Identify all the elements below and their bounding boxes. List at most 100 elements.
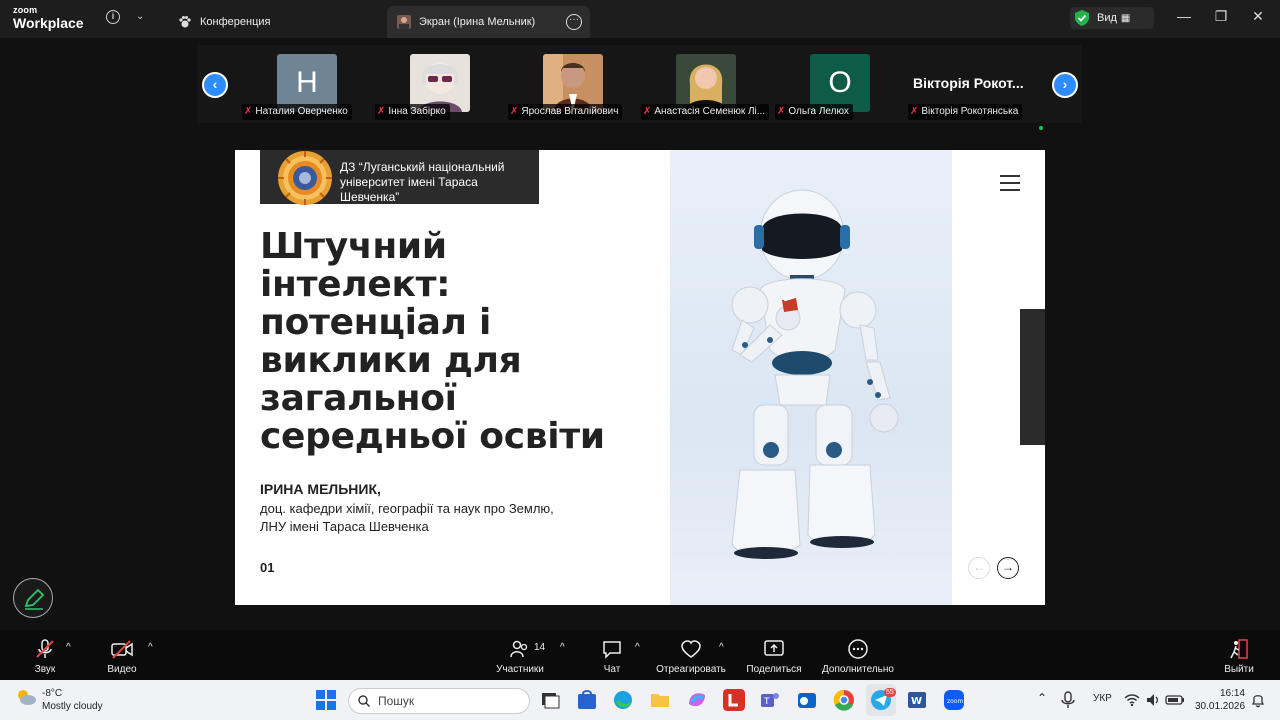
participant-tile-text[interactable]: Вікторія Рокот...: [913, 75, 1024, 91]
participant-name: ✗ Вікторія Рокотянська: [908, 104, 1023, 120]
svg-text:T: T: [763, 697, 770, 707]
more-label: Дополнительно: [822, 664, 894, 675]
grid-icon: ▦: [1120, 12, 1131, 24]
restore-icon[interactable]: ❐: [1211, 8, 1231, 25]
more-icon: [848, 639, 868, 659]
share-button[interactable]: Поделиться: [745, 638, 803, 675]
tab-conference[interactable]: Конференция: [168, 6, 383, 38]
more-options-icon[interactable]: ···: [566, 14, 582, 30]
video-label: Видео: [107, 664, 137, 675]
system-clock[interactable]: 16:14 30.01.2026: [1195, 687, 1245, 713]
logo-top: zoom: [13, 5, 38, 15]
store-icon[interactable]: [576, 689, 598, 711]
menu-icon[interactable]: [1000, 175, 1020, 191]
participant-name: ✗ Ольга Лелюх: [775, 104, 853, 120]
heart-icon: [681, 640, 701, 658]
weather-condition: Mostly cloudy: [42, 701, 103, 712]
zoom-app-icon[interactable]: zoom: [943, 689, 965, 711]
participants-label: Участники: [496, 664, 544, 675]
view-label: Вид: [1097, 12, 1117, 24]
task-view-icon[interactable]: [539, 689, 561, 711]
svg-text:W: W: [911, 696, 922, 707]
word-icon[interactable]: W: [906, 689, 928, 711]
search-icon: [358, 695, 370, 707]
tab-label: Экран (Ірина Мельник): [419, 16, 536, 28]
shield-icon: [1075, 10, 1089, 26]
gallery-next-button[interactable]: ›: [1052, 72, 1078, 98]
gallery-prev-button[interactable]: ‹: [202, 72, 228, 98]
participant-name: ✗ Анастасія Семенюк Лі...: [641, 104, 770, 120]
participants-icon: [510, 640, 528, 658]
video-button[interactable]: Видео: [104, 638, 140, 675]
taskbar-search-input[interactable]: Пошук: [348, 688, 530, 714]
keyboard-language[interactable]: УКР: [1093, 693, 1112, 704]
avatar-icon: [397, 15, 411, 29]
tab-label: Конференция: [200, 16, 271, 28]
minimize-icon[interactable]: —: [1174, 8, 1194, 24]
paw-icon: [179, 16, 191, 28]
chat-options-caret[interactable]: ^: [635, 642, 640, 653]
notifications-icon[interactable]: [1250, 692, 1266, 708]
outlook-icon[interactable]: [796, 689, 818, 711]
microphone-icon[interactable]: [1060, 690, 1076, 710]
show-hidden-icons-icon[interactable]: ⌃: [1037, 691, 1047, 705]
muted-mic-icon: ✗: [910, 106, 919, 117]
tab-screen-share[interactable]: Экран (Ірина Мельник) ···: [387, 6, 590, 38]
react-label: Отреагировать: [656, 664, 726, 675]
telegram-badge: 55: [884, 688, 896, 697]
teams-icon[interactable]: T: [759, 689, 781, 711]
pencil-icon: [24, 588, 45, 610]
weather-widget[interactable]: -8°C Mostly cloudy: [15, 687, 103, 713]
file-explorer-icon[interactable]: [649, 689, 671, 711]
edge-icon[interactable]: [612, 689, 634, 711]
audio-button[interactable]: Звук: [30, 638, 60, 675]
video-options-caret[interactable]: ^: [148, 642, 153, 653]
muted-mic-icon: ✗: [244, 106, 253, 117]
chevron-down-icon[interactable]: ⌄: [136, 11, 144, 22]
speaker-icon[interactable]: [1145, 692, 1161, 708]
university-name: ДЗ “Луганський національний університет …: [340, 160, 505, 204]
close-icon[interactable]: ✕: [1248, 8, 1268, 25]
info-icon[interactable]: i: [106, 10, 120, 24]
slide-title: Штучний інтелект: потенціал і виклики дл…: [260, 226, 605, 457]
temperature: -8°C: [42, 688, 63, 699]
cloud-sun-icon: [18, 690, 36, 705]
leave-icon: [1230, 639, 1248, 659]
title-bar: zoom Workplace i ⌄ Конференция Экран (Ір…: [0, 0, 1280, 38]
name-text: Ярослав Віталійович: [521, 106, 619, 117]
chat-label: Чат: [603, 664, 621, 675]
author-name: ІРИНА МЕЛЬНИК,: [260, 481, 381, 497]
participants-options-caret[interactable]: ^: [560, 642, 565, 653]
audio-options-caret[interactable]: ^: [66, 642, 71, 653]
zoom-logo: zoom Workplace: [13, 5, 84, 31]
chat-icon: [603, 641, 621, 659]
name-text: Вікторія Рокотянська: [921, 106, 1019, 117]
wifi-icon[interactable]: [1124, 692, 1140, 708]
chat-button[interactable]: Чат: [600, 638, 624, 675]
name-text: Ольга Лелюх: [788, 106, 849, 117]
slide-next-button[interactable]: →: [997, 557, 1019, 579]
copilot-icon[interactable]: [686, 689, 708, 711]
search-placeholder: Пошук: [378, 694, 415, 708]
app-l-icon[interactable]: [723, 689, 745, 711]
leave-label: Выйти: [1224, 664, 1254, 675]
logo-bottom: Workplace: [13, 15, 84, 31]
view-button[interactable]: Вид ▦: [1070, 7, 1154, 29]
muted-mic-icon: ✗: [643, 106, 652, 117]
name-text: Наталия Оверченко: [255, 106, 348, 117]
muted-mic-icon: ✗: [377, 106, 386, 117]
battery-icon[interactable]: [1165, 693, 1185, 707]
windows-taskbar: -8°C Mostly cloudy Пошук T 55 W zoom ⌃ У…: [0, 680, 1280, 720]
share-label: Поделиться: [746, 664, 802, 675]
clock-date: 30.01.2026: [1195, 701, 1246, 712]
side-tab[interactable]: [1020, 309, 1045, 445]
leave-button[interactable]: Выйти: [1222, 638, 1256, 675]
svg-text:zoom: zoom: [947, 698, 963, 705]
chrome-icon[interactable]: [833, 689, 855, 711]
annotate-button[interactable]: [13, 578, 53, 618]
windows-start-icon[interactable]: [315, 689, 337, 711]
more-button[interactable]: Дополнительно: [820, 638, 896, 675]
react-button[interactable]: Отреагировать: [655, 638, 727, 675]
slide-prev-button[interactable]: ←: [968, 557, 990, 579]
react-options-caret[interactable]: ^: [719, 642, 724, 653]
